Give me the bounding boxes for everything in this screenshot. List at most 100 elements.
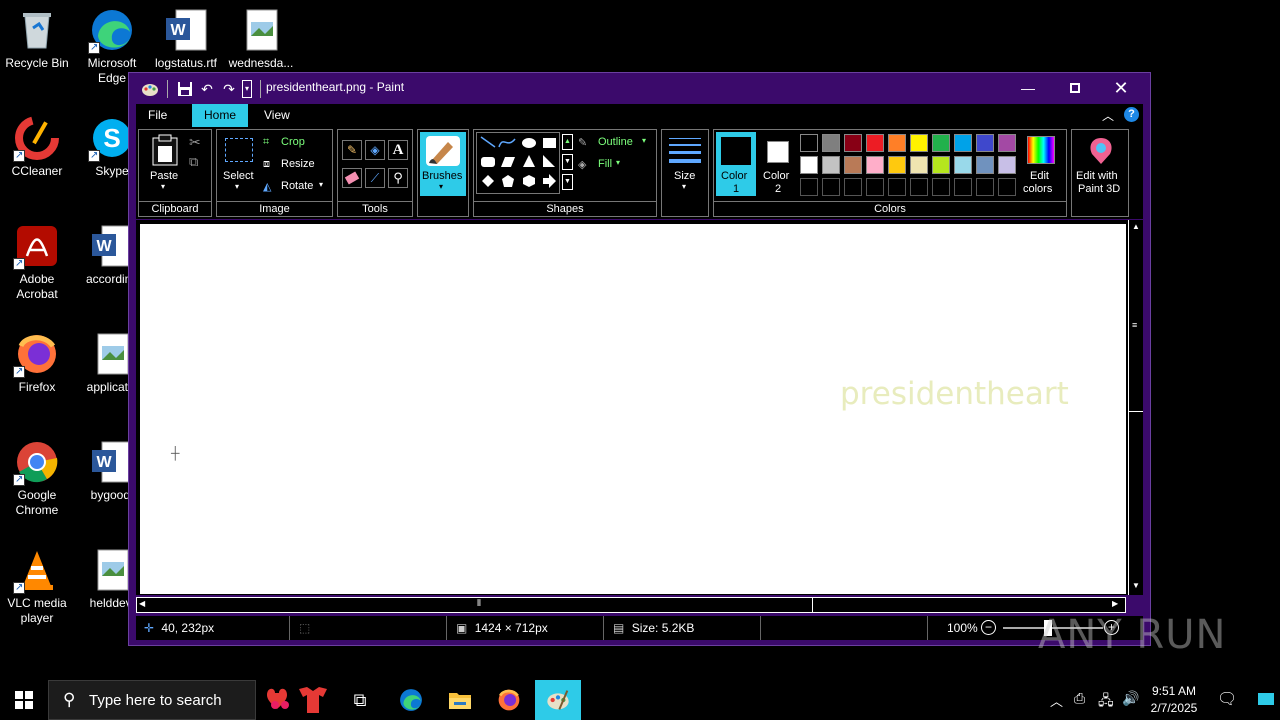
minimize-button[interactable]: —: [1005, 73, 1051, 103]
color-swatch[interactable]: [910, 178, 928, 196]
volume-icon[interactable]: 🔊: [1122, 690, 1139, 707]
desktop-icon-google-chrome[interactable]: Google Chrome: [0, 440, 76, 518]
taskbar-firefox[interactable]: [485, 680, 533, 720]
maximize-button[interactable]: [1052, 73, 1098, 103]
clock[interactable]: 9:51 AM 2/7/2025: [1144, 683, 1204, 717]
color-swatch[interactable]: [844, 134, 862, 152]
title-bar[interactable]: ↶ ↷ ▾ presidentheart.png - Paint — ✕: [129, 73, 1150, 103]
paint-app-icon[interactable]: [141, 80, 159, 98]
color-swatch[interactable]: [800, 156, 818, 174]
start-button[interactable]: [0, 680, 48, 720]
tab-file[interactable]: File: [136, 104, 180, 127]
color-swatch[interactable]: [866, 134, 884, 152]
color-swatch[interactable]: [976, 156, 994, 174]
network-icon[interactable]: 🖧: [1098, 690, 1114, 714]
scroll-up-icon[interactable]: ▲: [1130, 221, 1142, 233]
collapse-ribbon-icon[interactable]: ︿: [1102, 107, 1114, 124]
rotate-button[interactable]: ◭ Rotate ▾: [263, 178, 333, 196]
close-button[interactable]: ✕: [1098, 73, 1144, 103]
scroll-down-icon[interactable]: ▼: [1130, 580, 1142, 592]
taskbar-search-box[interactable]: ⚲ Type here to search: [48, 680, 256, 720]
drawing-canvas[interactable]: presidentheart ┼: [140, 224, 1126, 594]
taskbar-paint[interactable]: [535, 680, 581, 720]
zoom-out-icon[interactable]: −: [981, 620, 996, 635]
brushes-button[interactable]: Brushes ▾: [420, 132, 466, 196]
save-icon[interactable]: [176, 80, 194, 98]
color-swatch[interactable]: [800, 134, 818, 152]
size-button[interactable]: Size ▾: [664, 132, 706, 196]
color-swatch[interactable]: [800, 178, 818, 196]
search-highlight-icon[interactable]: [260, 680, 332, 720]
vertical-scrollbar[interactable]: ▲ ≡ ▼: [1128, 220, 1143, 595]
taskbar-file-explorer[interactable]: [436, 680, 484, 720]
color-swatch[interactable]: [866, 156, 884, 174]
text-tool-icon[interactable]: A: [388, 140, 408, 160]
shapes-scroll-down-icon[interactable]: ▼: [562, 154, 573, 170]
shapes-gallery[interactable]: [476, 132, 560, 194]
desktop-icon-wednesda[interactable]: wednesda...: [222, 8, 300, 71]
fill-bucket-icon[interactable]: ◈: [365, 140, 385, 160]
color-picker-icon[interactable]: ⟋: [365, 168, 385, 188]
tab-view[interactable]: View: [252, 104, 302, 127]
color-swatch[interactable]: [888, 178, 906, 196]
color-swatch[interactable]: [954, 156, 972, 174]
resize-button[interactable]: ⧈ Resize: [263, 156, 329, 174]
desktop-icon-adobe-acrobat[interactable]: Adobe Acrobat: [0, 224, 76, 302]
desktop-icon-recycle-bin[interactable]: Recycle Bin: [0, 8, 76, 71]
edit-with-paint3d-button[interactable]: Edit with Paint 3D: [1074, 132, 1128, 196]
magnifier-icon[interactable]: ⚲: [388, 168, 408, 188]
color1-button[interactable]: Color 1: [716, 132, 756, 196]
outline-button[interactable]: ✎ Outline ▾: [578, 134, 654, 152]
color-swatch[interactable]: [954, 178, 972, 196]
color-swatch[interactable]: [822, 178, 840, 196]
color-swatch[interactable]: [910, 134, 928, 152]
color2-button[interactable]: Color 2: [758, 132, 798, 196]
fill-button[interactable]: ◈ Fill ▾: [578, 156, 654, 174]
desktop-icon-firefox[interactable]: Firefox: [0, 332, 76, 395]
help-icon[interactable]: ?: [1124, 107, 1139, 122]
color-swatch[interactable]: [932, 178, 950, 196]
horizontal-scrollbar[interactable]: ◀ ⦀ ▶: [136, 597, 1126, 613]
crop-button[interactable]: ⌗ Crop: [263, 134, 329, 152]
cut-icon[interactable]: ✂: [189, 134, 201, 151]
color-swatch[interactable]: [822, 134, 840, 152]
color-swatch[interactable]: [866, 178, 884, 196]
eraser-icon[interactable]: [342, 168, 362, 188]
shapes-scroll-up-icon[interactable]: ▲: [562, 134, 573, 150]
color-swatch[interactable]: [910, 156, 928, 174]
scroll-right-icon[interactable]: ▶: [1112, 599, 1118, 608]
desktop-icon-logstatus[interactable]: W logstatus.rtf: [147, 8, 225, 71]
color-swatch[interactable]: [998, 156, 1016, 174]
color-swatch[interactable]: [888, 156, 906, 174]
color-swatch[interactable]: [844, 156, 862, 174]
scroll-left-icon[interactable]: ◀: [139, 599, 145, 608]
show-desktop-button[interactable]: [1258, 693, 1274, 705]
scroll-thumb-horizontal[interactable]: [149, 598, 813, 612]
color-swatch[interactable]: [954, 134, 972, 152]
desktop-icon-vlc[interactable]: VLC media player: [0, 548, 76, 626]
copy-icon[interactable]: ⧉: [189, 154, 198, 170]
pencil-icon[interactable]: ✎: [342, 140, 362, 160]
edit-colors-button[interactable]: Edit colors: [1020, 132, 1064, 196]
color-swatch[interactable]: [932, 134, 950, 152]
customize-qat-icon[interactable]: ▾: [242, 80, 252, 98]
select-button[interactable]: Select ▾: [221, 132, 257, 196]
color-swatch[interactable]: [976, 178, 994, 196]
color-swatch[interactable]: [998, 178, 1016, 196]
color-swatch[interactable]: [822, 156, 840, 174]
tab-home[interactable]: Home: [192, 104, 249, 127]
desktop-icon-ccleaner[interactable]: CCleaner: [0, 116, 76, 179]
show-hidden-icons-icon[interactable]: ︿: [1050, 691, 1063, 710]
task-view-button[interactable]: ⧉: [336, 680, 384, 720]
taskbar-edge[interactable]: [387, 680, 435, 720]
color-swatch[interactable]: [888, 134, 906, 152]
shapes-more-icon[interactable]: ▼: [562, 174, 573, 190]
notifications-icon[interactable]: 🗨: [1217, 689, 1237, 709]
tray-app-icon[interactable]: ⎙: [1074, 690, 1085, 707]
redo-icon[interactable]: ↷: [220, 81, 238, 98]
color-swatch[interactable]: [998, 134, 1016, 152]
color-swatch[interactable]: [844, 178, 862, 196]
undo-icon[interactable]: ↶: [198, 81, 216, 98]
paste-button[interactable]: Paste ▾: [143, 132, 183, 196]
color-swatch[interactable]: [932, 156, 950, 174]
